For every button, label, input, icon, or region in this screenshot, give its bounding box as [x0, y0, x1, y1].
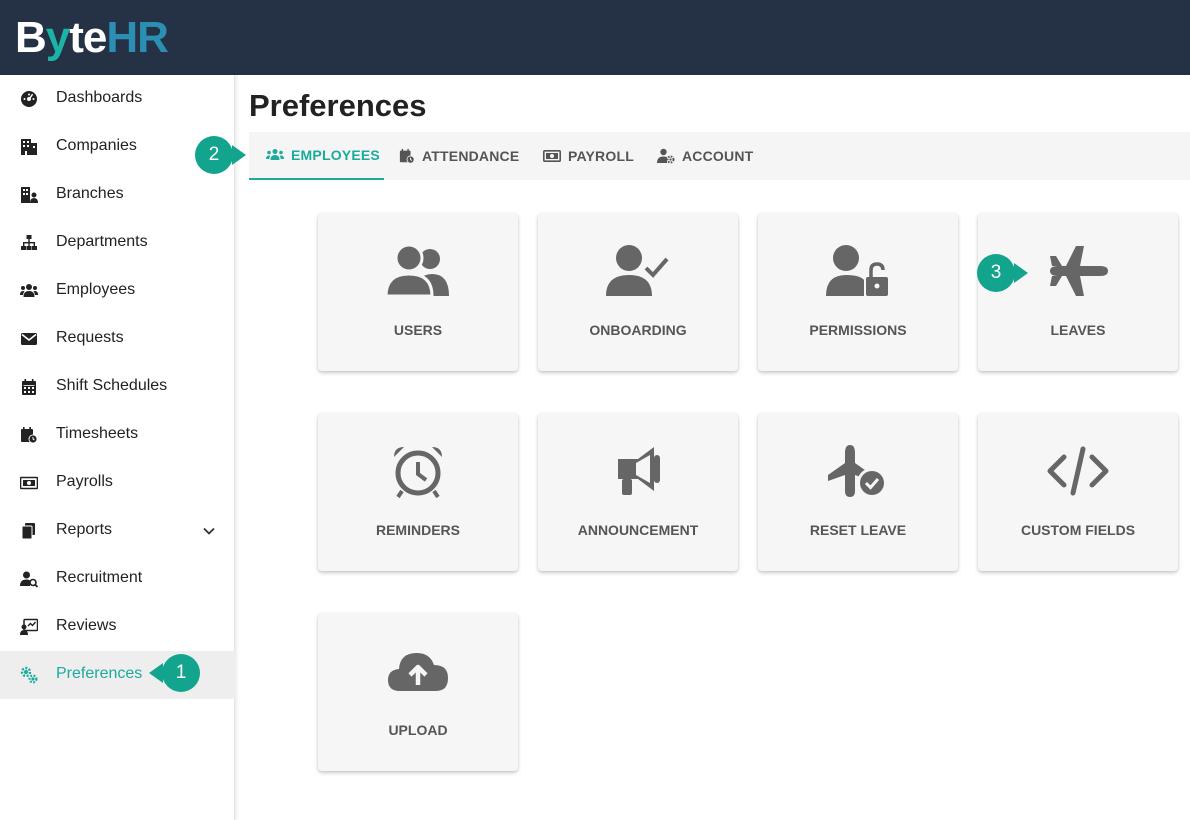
card-label: UPLOAD — [388, 722, 448, 738]
tab-label: PAYROLL — [568, 148, 634, 164]
users-icon — [266, 149, 284, 160]
sidebar-item-reports[interactable]: Reports — [0, 507, 235, 555]
bytehr-logo[interactable]: By te HR — [15, 13, 169, 63]
user-check-icon — [606, 245, 669, 296]
page-title: Preferences — [249, 88, 427, 123]
callout-number: 1 — [162, 654, 200, 692]
sidebar-item-label: Requests — [56, 329, 124, 346]
branch-icon — [21, 187, 38, 203]
sidebar-item-label: Reports — [56, 521, 113, 538]
card-label: PERMISSIONS — [809, 322, 907, 338]
sidebar-item-label: Shift Schedules — [56, 377, 168, 394]
sidebar-item-employees[interactable]: Employees — [0, 267, 235, 315]
card-announcement[interactable]: ANNOUNCEMENT — [538, 413, 738, 571]
tab-label: ATTENDANCE — [422, 148, 520, 164]
card-label: USERS — [393, 322, 443, 338]
sidebar-item-label: Preferences — [56, 665, 143, 682]
calendar-icon — [22, 379, 36, 395]
card-custom-fields[interactable]: CUSTOM FIELDS — [978, 413, 1178, 571]
cloud-upload-icon — [388, 653, 448, 691]
megaphone-icon — [618, 447, 660, 495]
sidebar-item-label: Payrolls — [56, 473, 113, 490]
card-label: REMINDERS — [375, 522, 460, 538]
user-search-icon — [20, 571, 38, 588]
code-icon — [1047, 446, 1109, 496]
callout-number: 2 — [195, 136, 233, 174]
card-users[interactable]: USERS — [318, 213, 518, 371]
sidebar-item-recruitment[interactable]: Recruitment — [0, 555, 235, 603]
tab-label: EMPLOYEES — [291, 147, 380, 163]
callout-2: 2 — [195, 136, 246, 174]
sidebar-item-label: Dashboards — [56, 89, 143, 106]
sidebar-item-payrolls[interactable]: Payrolls — [0, 459, 235, 507]
tab-employees[interactable]: EMPLOYEES — [249, 132, 384, 180]
user-lock-icon — [826, 245, 888, 296]
tab-label: ACCOUNT — [682, 148, 754, 164]
tab-attendance[interactable]: ATTENDANCE — [399, 132, 519, 180]
card-reminders[interactable]: REMINDERS — [318, 413, 518, 571]
card-label: LEAVES — [1050, 322, 1106, 338]
users-icon — [386, 244, 449, 298]
sidebar-item-label: Timesheets — [56, 425, 139, 442]
dashboard-icon — [21, 91, 37, 107]
sidebar-item-timesheets[interactable]: Timesheets — [0, 411, 235, 459]
callout-number: 3 — [977, 254, 1015, 292]
sidebar-item-label: Branches — [56, 185, 124, 202]
users-icon — [20, 284, 38, 297]
calendar-clock-icon — [399, 148, 415, 164]
logo-letters-te: te — [69, 13, 107, 62]
tab-payroll[interactable]: PAYROLL — [543, 132, 634, 180]
callout-pointer-right — [1014, 263, 1028, 283]
card-permissions[interactable]: PERMISSIONS — [758, 213, 958, 371]
calendar-clock-icon — [21, 427, 38, 444]
sidebar-item-requests[interactable]: Requests — [0, 315, 235, 363]
card-leaves[interactable]: LEAVES — [978, 213, 1178, 371]
file-icon — [21, 523, 35, 540]
money-icon — [20, 476, 38, 490]
plane-icon — [1050, 246, 1108, 296]
card-label: ANNOUNCEMENT — [577, 522, 699, 538]
sidebar-item-label: Recruitment — [56, 569, 143, 586]
user-gear-icon — [657, 148, 675, 164]
sitemap-icon — [21, 235, 37, 250]
logo-letters-hr: HR — [106, 13, 169, 62]
chevron-down-icon[interactable] — [202, 524, 216, 538]
card-onboarding[interactable]: ONBOARDING — [538, 213, 738, 371]
callout-pointer-left — [149, 663, 163, 683]
logo-letter-y: y — [45, 13, 71, 62]
alarm-clock-icon — [394, 447, 442, 499]
sidebar-item-label: Employees — [56, 281, 136, 298]
card-upload[interactable]: UPLOAD — [318, 613, 518, 771]
card-label: CUSTOM FIELDS — [1020, 522, 1136, 538]
plane-check-icon — [828, 445, 887, 498]
sidebar-item-shift-schedules[interactable]: Shift Schedules — [0, 363, 235, 411]
callout-3: 3 — [977, 254, 1028, 292]
sidebar: Dashboards Companies Branches Department… — [0, 75, 235, 820]
envelope-icon — [21, 333, 37, 345]
chalkboard-icon — [20, 618, 38, 635]
sidebar-item-label: Companies — [56, 137, 137, 154]
card-label: RESET LEAVE — [809, 522, 907, 538]
top-bar: By te HR — [0, 0, 1190, 75]
sidebar-item-dashboards[interactable]: Dashboards — [0, 75, 235, 123]
callout-1: 1 — [149, 654, 200, 692]
sidebar-item-label: Departments — [56, 233, 148, 250]
callout-pointer-right — [232, 145, 246, 165]
money-icon — [543, 149, 561, 162]
card-label: ONBOARDING — [589, 322, 687, 338]
sidebar-item-departments[interactable]: Departments — [0, 219, 235, 267]
card-reset-leave[interactable]: RESET LEAVE — [758, 413, 958, 571]
sidebar-item-label: Reviews — [56, 617, 117, 634]
gears-icon — [20, 666, 38, 684]
logo-letter-b: B — [15, 13, 47, 62]
sidebar-item-reviews[interactable]: Reviews — [0, 603, 235, 651]
tab-account[interactable]: ACCOUNT — [657, 132, 753, 180]
tab-bar: EMPLOYEES ATTENDANCE PAYROLL ACCOUNT — [249, 132, 1190, 180]
building-icon — [21, 139, 37, 155]
sidebar-item-branches[interactable]: Branches — [0, 171, 235, 219]
